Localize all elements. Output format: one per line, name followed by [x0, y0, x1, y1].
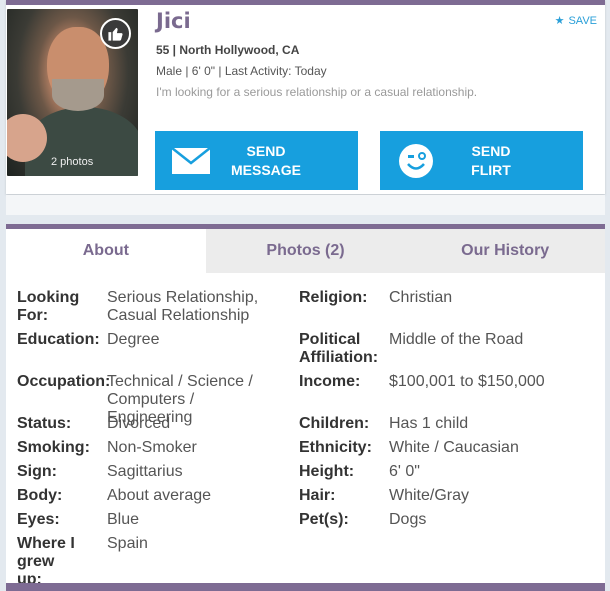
eyes-label: Eyes: — [17, 511, 60, 528]
details-panel: About Photos (2) Our History Looking For… — [6, 224, 606, 591]
children-label: Children: — [299, 415, 370, 432]
political-affiliation-value: Middle of the Road — [389, 331, 524, 348]
send-message-label: SEND MESSAGE — [230, 142, 301, 178]
card-underlay — [6, 195, 605, 215]
send-flirt-label: SEND FLIRT — [471, 142, 511, 178]
tab-our-history[interactable]: Our History — [405, 229, 606, 273]
tab-photos[interactable]: Photos (2) — [205, 229, 406, 273]
star-icon: ★ — [554, 15, 565, 27]
looking-for-label: Looking For: — [17, 289, 80, 324]
photo-beard — [52, 79, 104, 111]
thumbs-up-icon[interactable] — [100, 18, 131, 49]
occupation-label: Occupation: — [17, 373, 111, 390]
where-i-grew-up-label: Where I grew up: — [17, 535, 75, 588]
ethnicity-value: White / Caucasian — [389, 439, 519, 456]
age-location: 55 | North Hollywood, CA — [156, 43, 300, 57]
send-flirt-button[interactable]: SEND FLIRT — [380, 131, 583, 190]
children-value: Has 1 child — [389, 415, 469, 432]
religion-value: Christian — [389, 289, 453, 306]
hair-value: White/Gray — [389, 487, 470, 504]
save-label: SAVE — [568, 14, 597, 27]
looking-for-value: Serious Relationship, Casual Relationshi… — [107, 289, 259, 324]
political-affiliation-label: Political Affiliation: — [299, 331, 379, 366]
save-button[interactable]: ★ SAVE — [554, 14, 597, 28]
profile-details: Male | 6' 0" | Last Activity: Today — [156, 64, 327, 78]
profile-card: 2 photos Jici ★ SAVE 55 | North Hollywoo… — [6, 0, 605, 194]
ethnicity-label: Ethnicity: — [299, 439, 372, 456]
wink-face-icon — [380, 143, 452, 179]
income-label: Income: — [299, 373, 361, 390]
height-label: Height: — [299, 463, 355, 480]
smoking-value: Non-Smoker — [107, 439, 197, 456]
education-value: Degree — [107, 331, 160, 348]
footer-accent-bar — [6, 583, 605, 591]
sign-label: Sign: — [17, 463, 57, 480]
body-value: About average — [107, 487, 212, 504]
hair-label: Hair: — [299, 487, 336, 504]
status-value: Divorced — [107, 415, 171, 432]
tab-bar: About Photos (2) Our History — [6, 229, 606, 273]
income-value: $100,001 to $150,000 — [389, 373, 545, 390]
tab-about[interactable]: About — [6, 229, 206, 273]
smoking-label: Smoking: — [17, 439, 90, 456]
pets-value: Dogs — [389, 511, 427, 528]
pets-label: Pet(s): — [299, 511, 349, 528]
photo-count[interactable]: 2 photos — [51, 156, 93, 168]
height-value: 6' 0" — [389, 463, 420, 480]
profile-photo[interactable]: 2 photos — [7, 9, 138, 176]
body-label: Body: — [17, 487, 63, 504]
profile-name: Jici — [156, 9, 191, 33]
religion-label: Religion: — [299, 289, 368, 306]
eyes-value: Blue — [107, 511, 140, 528]
profile-tagline: I'm looking for a serious relationship o… — [156, 85, 478, 99]
sign-value: Sagittarius — [107, 463, 183, 480]
status-label: Status: — [17, 415, 72, 432]
education-label: Education: — [17, 331, 100, 348]
envelope-icon — [155, 146, 227, 175]
where-i-grew-up-value: Spain — [107, 535, 148, 552]
send-message-button[interactable]: SEND MESSAGE — [155, 131, 358, 190]
